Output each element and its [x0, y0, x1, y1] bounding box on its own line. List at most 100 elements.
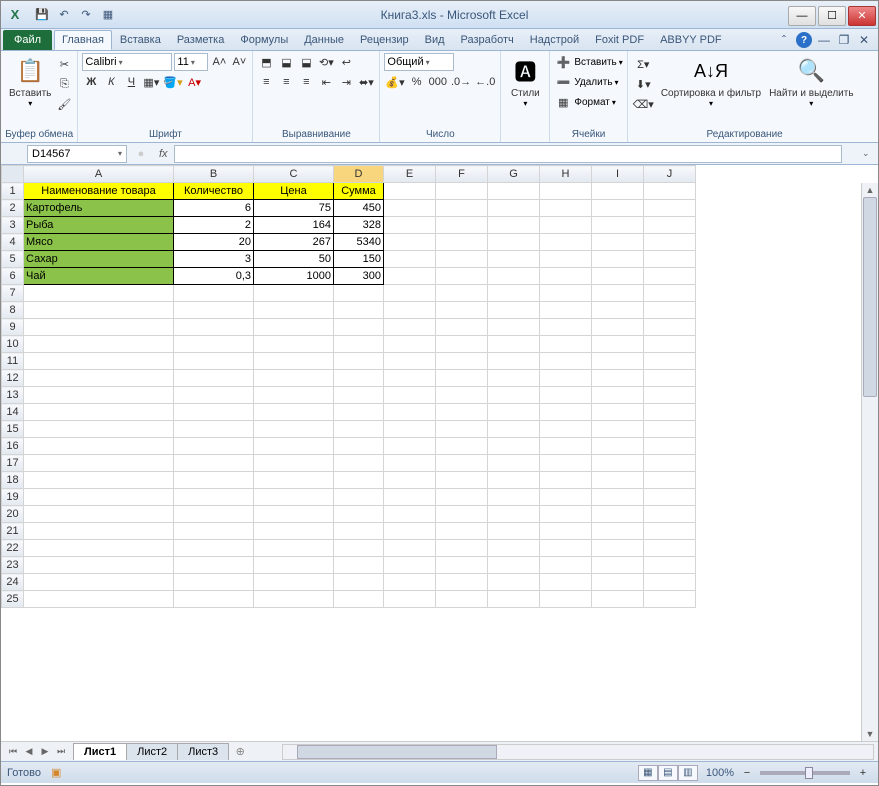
zoom-out-button[interactable]: − — [738, 764, 756, 782]
cell-F25[interactable] — [436, 591, 488, 608]
cell-G20[interactable] — [488, 506, 540, 523]
cell-F1[interactable] — [436, 183, 488, 200]
cell-F16[interactable] — [436, 438, 488, 455]
copy-button[interactable]: ⎘ — [55, 75, 73, 93]
delete-cells-button[interactable]: ➖ — [554, 73, 572, 91]
cell-F24[interactable] — [436, 574, 488, 591]
cell-I10[interactable] — [592, 336, 644, 353]
cell-D10[interactable] — [334, 336, 384, 353]
cell-C6[interactable]: 1000 — [254, 268, 334, 285]
cell-H22[interactable] — [540, 540, 592, 557]
scroll-thumb[interactable] — [863, 197, 877, 397]
cell-J16[interactable] — [644, 438, 696, 455]
cell-H12[interactable] — [540, 370, 592, 387]
cell-G19[interactable] — [488, 489, 540, 506]
col-header-F[interactable]: F — [436, 166, 488, 183]
cell-F7[interactable] — [436, 285, 488, 302]
fill-color-button[interactable]: 🪣▾ — [162, 73, 183, 91]
cell-E8[interactable] — [384, 302, 436, 319]
cell-A20[interactable] — [24, 506, 174, 523]
cell-A2[interactable]: Картофель — [24, 200, 174, 217]
cell-B6[interactable]: 0,3 — [174, 268, 254, 285]
cell-J11[interactable] — [644, 353, 696, 370]
row-header-17[interactable]: 17 — [2, 455, 24, 472]
cell-J8[interactable] — [644, 302, 696, 319]
cell-C16[interactable] — [254, 438, 334, 455]
cell-J2[interactable] — [644, 200, 696, 217]
cell-D6[interactable]: 300 — [334, 268, 384, 285]
vertical-scrollbar[interactable]: ▲ ▼ — [861, 183, 878, 741]
tab-nav-prev[interactable]: ◀ — [21, 744, 37, 760]
cell-C10[interactable] — [254, 336, 334, 353]
cell-J9[interactable] — [644, 319, 696, 336]
cell-H3[interactable] — [540, 217, 592, 234]
cell-I20[interactable] — [592, 506, 644, 523]
col-header-I[interactable]: I — [592, 166, 644, 183]
cell-A19[interactable] — [24, 489, 174, 506]
cell-J15[interactable] — [644, 421, 696, 438]
cell-I21[interactable] — [592, 523, 644, 540]
cell-J14[interactable] — [644, 404, 696, 421]
cell-J17[interactable] — [644, 455, 696, 472]
cell-D22[interactable] — [334, 540, 384, 557]
decrease-indent-icon[interactable]: ⇤ — [317, 73, 335, 91]
cell-J3[interactable] — [644, 217, 696, 234]
cell-C13[interactable] — [254, 387, 334, 404]
cell-E21[interactable] — [384, 523, 436, 540]
cell-F19[interactable] — [436, 489, 488, 506]
cell-I17[interactable] — [592, 455, 644, 472]
tab-foxit[interactable]: Foxit PDF — [587, 30, 652, 50]
cell-D21[interactable] — [334, 523, 384, 540]
col-header-H[interactable]: H — [540, 166, 592, 183]
cell-E2[interactable] — [384, 200, 436, 217]
sheet-tab-2[interactable]: Лист2 — [126, 743, 178, 760]
cell-A7[interactable] — [24, 285, 174, 302]
cell-E19[interactable] — [384, 489, 436, 506]
sort-filter-button[interactable]: А↓Я Сортировка и фильтр ▾ — [657, 53, 765, 110]
cell-B2[interactable]: 6 — [174, 200, 254, 217]
macro-record-icon[interactable]: ▣ — [51, 766, 61, 779]
wrap-text-button[interactable]: ↩ — [337, 53, 355, 71]
cell-G17[interactable] — [488, 455, 540, 472]
cell-C25[interactable] — [254, 591, 334, 608]
maximize-button[interactable]: ☐ — [818, 6, 846, 26]
cell-F3[interactable] — [436, 217, 488, 234]
row-header-11[interactable]: 11 — [2, 353, 24, 370]
cell-E23[interactable] — [384, 557, 436, 574]
underline-button[interactable]: Ч — [122, 73, 140, 91]
save-button[interactable]: 💾 — [33, 6, 51, 24]
cell-I4[interactable] — [592, 234, 644, 251]
cell-B21[interactable] — [174, 523, 254, 540]
cell-E15[interactable] — [384, 421, 436, 438]
cell-F2[interactable] — [436, 200, 488, 217]
cell-G8[interactable] — [488, 302, 540, 319]
paste-button[interactable]: 📋 Вставить ▾ — [5, 53, 55, 110]
cell-B7[interactable] — [174, 285, 254, 302]
cell-D13[interactable] — [334, 387, 384, 404]
cell-F12[interactable] — [436, 370, 488, 387]
italic-button[interactable]: К — [102, 73, 120, 91]
cell-B19[interactable] — [174, 489, 254, 506]
cell-A9[interactable] — [24, 319, 174, 336]
cell-A11[interactable] — [24, 353, 174, 370]
cell-B18[interactable] — [174, 472, 254, 489]
cell-J1[interactable] — [644, 183, 696, 200]
cell-G14[interactable] — [488, 404, 540, 421]
cell-A14[interactable] — [24, 404, 174, 421]
clear-icon[interactable]: ⌫▾ — [632, 95, 655, 113]
cell-A22[interactable] — [24, 540, 174, 557]
cell-A4[interactable]: Мясо — [24, 234, 174, 251]
font-color-button[interactable]: A▾ — [186, 73, 204, 91]
cell-E22[interactable] — [384, 540, 436, 557]
styles-button[interactable]: 🅰 Стили ▾ — [505, 53, 545, 110]
cell-G15[interactable] — [488, 421, 540, 438]
cell-A23[interactable] — [24, 557, 174, 574]
col-header-G[interactable]: G — [488, 166, 540, 183]
cell-J20[interactable] — [644, 506, 696, 523]
cell-I6[interactable] — [592, 268, 644, 285]
tab-review[interactable]: Рецензир — [352, 30, 417, 50]
cell-D14[interactable] — [334, 404, 384, 421]
cell-C17[interactable] — [254, 455, 334, 472]
col-header-B[interactable]: B — [174, 166, 254, 183]
cell-I1[interactable] — [592, 183, 644, 200]
